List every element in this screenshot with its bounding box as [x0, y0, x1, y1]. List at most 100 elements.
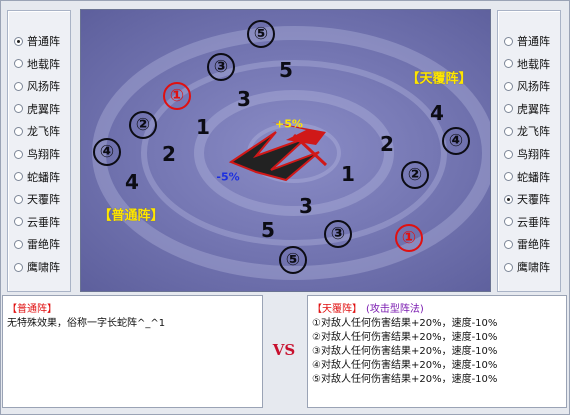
radio-button[interactable] [504, 81, 513, 91]
right-unit-marker: 4 [430, 101, 444, 125]
right-unit-marker: ④ [442, 127, 470, 155]
left-unit-marker: ③ [207, 53, 235, 81]
radio-button[interactable] [504, 59, 513, 69]
formation-option-label: 普通阵 [517, 35, 550, 48]
radio-button[interactable] [504, 126, 513, 136]
left-unit-marker: ② [129, 111, 157, 139]
right-formation-option[interactable]: 蛇蟠阵 [504, 167, 550, 187]
left-unit-marker: ⑤ [247, 20, 275, 48]
right-formation-option[interactable]: 雷绝阵 [504, 234, 550, 254]
right-formation-selector: 普通阵地载阵风扬阵虎翼阵龙飞阵鸟翔阵蛇蟠阵天覆阵云垂阵雷绝阵鹰啸阵 [497, 10, 561, 292]
right-formation-option[interactable]: 普通阵 [504, 31, 550, 51]
left-formation-option[interactable]: 鹰啸阵 [14, 257, 60, 277]
clash-lightning-icon [228, 122, 328, 182]
radio-button[interactable] [504, 149, 513, 159]
radio-button[interactable] [504, 239, 513, 249]
formation-option-label: 风扬阵 [27, 80, 60, 94]
formation-option-label: 虎翼阵 [517, 102, 550, 116]
right-formation-option[interactable]: 虎翼阵 [504, 99, 550, 119]
formation-option-label: 龙飞阵 [517, 125, 550, 139]
right-unit-marker: ③ [324, 220, 352, 248]
formation-option-label: 蛇蟠阵 [517, 170, 550, 184]
right-unit-marker: ① [395, 224, 423, 252]
right-unit-marker: ⑤ [279, 246, 307, 274]
radio-button[interactable] [14, 194, 23, 204]
radio-button[interactable] [14, 104, 23, 114]
right-formation-option[interactable]: 地载阵 [504, 54, 550, 74]
formation-option-label: 云垂阵 [517, 215, 550, 229]
formation-option-label: 普通阵 [27, 35, 60, 48]
formation-option-label: 鸟翔阵 [27, 148, 60, 161]
formation-option-label: 天覆阵 [27, 193, 60, 207]
vs-label: VS [272, 341, 296, 359]
radio-button[interactable] [14, 239, 23, 249]
right-formation-option[interactable]: 龙飞阵 [504, 121, 550, 141]
left-unit-marker: 1 [196, 115, 210, 139]
right-formation-info: 【天覆阵】 (攻击型阵法) ①对敌人任何伤害结果+20%，速度-10% ②对敌人任何… [307, 295, 567, 408]
radio-button[interactable] [504, 262, 513, 272]
right-formation-option[interactable]: 鹰啸阵 [504, 257, 550, 277]
left-formation-label: 【普通阵】 [98, 208, 164, 224]
left-formation-option[interactable]: 雷绝阵 [14, 234, 60, 254]
left-formation-option[interactable]: 普通阵 [14, 31, 60, 51]
radio-button[interactable] [504, 36, 513, 46]
left-formation-selector: 普通阵地载阵风扬阵虎翼阵龙飞阵鸟翔阵蛇蟠阵天覆阵云垂阵雷绝阵鹰啸阵 [7, 10, 71, 292]
right-unit-marker: 5 [261, 218, 275, 242]
info-line: ②对敌人任何伤害结果+20%，速度-10% [312, 332, 498, 343]
radio-button[interactable] [14, 81, 23, 91]
info-line: ③对敌人任何伤害结果+20%，速度-10% [312, 346, 498, 357]
radio-button[interactable] [14, 149, 23, 159]
left-formation-option[interactable]: 地载阵 [14, 54, 60, 74]
info-line: ⑤对敌人任何伤害结果+20%，速度-10% [312, 374, 498, 385]
right-unit-marker: ② [401, 161, 429, 189]
info-line: ④对敌人任何伤害结果+20%，速度-10% [312, 360, 498, 371]
attack-penalty-modifier: -5% [216, 170, 240, 184]
left-formation-option[interactable]: 龙飞阵 [14, 121, 60, 141]
left-formation-option[interactable]: 天覆阵 [14, 189, 60, 209]
info-line: 无特殊效果，俗称一字长蛇阵^_^1 [7, 318, 166, 329]
right-formation-option[interactable]: 鸟翔阵 [504, 144, 550, 164]
radio-button[interactable] [14, 262, 23, 272]
formation-option-label: 风扬阵 [517, 80, 550, 94]
formation-option-label: 龙飞阵 [27, 125, 60, 139]
left-formation-option[interactable]: 蛇蟠阵 [14, 167, 60, 187]
right-formation-option[interactable]: 风扬阵 [504, 76, 550, 96]
formation-option-label: 云垂阵 [27, 215, 60, 229]
formation-option-label: 鸟翔阵 [517, 148, 550, 161]
radio-button[interactable] [504, 172, 513, 182]
formation-option-label: 天覆阵 [517, 193, 550, 207]
left-unit-marker: ④ [93, 138, 121, 166]
formation-option-label: 虎翼阵 [27, 102, 60, 116]
radio-button[interactable] [14, 172, 23, 182]
info-line: ①对敌人任何伤害结果+20%，速度-10% [312, 318, 498, 329]
left-info-title: 【普通阵】 [7, 304, 57, 315]
attack-bonus-modifier: +5% [275, 117, 303, 131]
right-formation-option[interactable]: 天覆阵 [504, 189, 550, 209]
left-formation-info: 【普通阵】 无特殊效果，俗称一字长蛇阵^_^1 [2, 295, 263, 408]
right-unit-marker: 3 [299, 194, 313, 218]
radio-button[interactable] [14, 59, 23, 69]
formation-option-label: 蛇蟠阵 [27, 170, 60, 184]
radio-button[interactable] [14, 217, 23, 227]
right-unit-marker: 1 [341, 162, 355, 186]
formation-option-label: 地载阵 [27, 57, 60, 71]
left-unit-marker: 4 [125, 170, 139, 194]
left-formation-option[interactable]: 风扬阵 [14, 76, 60, 96]
right-formation-option[interactable]: 云垂阵 [504, 212, 550, 232]
right-info-title: 【天覆阵】 (攻击型阵法) [312, 300, 424, 315]
radio-button[interactable] [504, 104, 513, 114]
left-formation-option[interactable]: 虎翼阵 [14, 99, 60, 119]
right-unit-marker: 2 [380, 132, 394, 156]
left-formation-option[interactable]: 云垂阵 [14, 212, 60, 232]
formation-option-label: 地载阵 [517, 57, 550, 71]
radio-button[interactable] [14, 36, 23, 46]
left-unit-marker: 5 [279, 58, 293, 82]
radio-button[interactable] [504, 217, 513, 227]
radio-button[interactable] [14, 126, 23, 136]
left-formation-option[interactable]: 鸟翔阵 [14, 144, 60, 164]
radio-button[interactable] [504, 194, 513, 204]
formation-option-label: 雷绝阵 [517, 238, 550, 252]
formation-option-label: 雷绝阵 [27, 238, 60, 252]
formation-option-label: 鹰啸阵 [27, 261, 60, 274]
left-unit-marker: ① [163, 82, 191, 110]
